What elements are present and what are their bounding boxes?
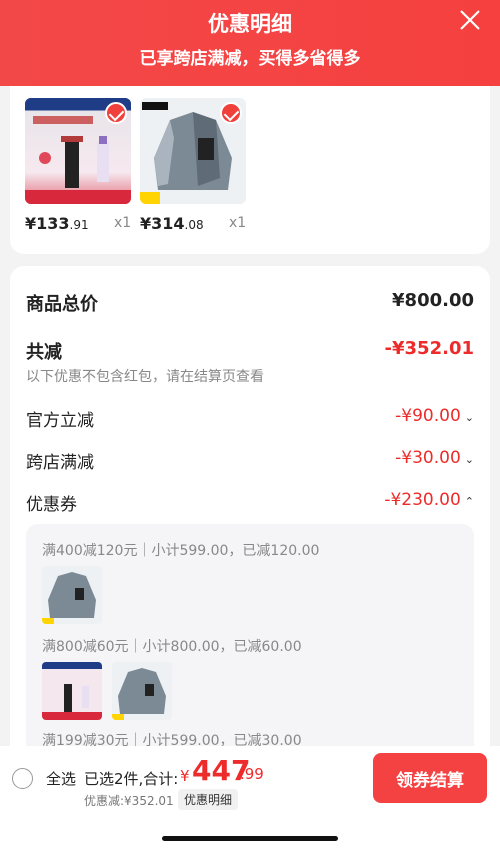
product-item[interactable]	[140, 98, 246, 204]
total-label: 商品总价	[26, 294, 98, 315]
crossstore-discount-label: 跨店满减	[26, 453, 94, 473]
discount-detail-card: 商品总价 ¥800.00 共减 -¥352.01 以下优惠不包含红包，请在结算页…	[10, 266, 490, 786]
total-price-dec: .99	[240, 765, 264, 783]
coupon-row[interactable]: -¥230.00 ⌃	[384, 490, 474, 510]
coupon-label: 优惠券	[26, 495, 77, 515]
product-item[interactable]	[25, 98, 131, 204]
crossstore-discount-row[interactable]: -¥30.00 ⌄	[395, 448, 474, 468]
crossstore-discount-value: -¥30.00	[395, 448, 461, 468]
total-currency: ¥	[180, 767, 190, 785]
official-discount-value: -¥90.00	[395, 406, 461, 426]
checkout-bar: 全选 已选2件,合计: ¥ 447 .99 优惠减:¥352.01 优惠明细 领…	[0, 746, 500, 852]
official-discount-label: 官方立减	[26, 411, 94, 431]
discount-detail-link[interactable]: 优惠明细	[178, 789, 239, 810]
product-qty: x1	[229, 215, 247, 231]
chevron-down-icon: ⌄	[464, 411, 474, 424]
jacket-product-image	[140, 98, 246, 204]
home-indicator	[162, 836, 338, 841]
header: 优惠明细 已享跨店满减，买得多省得多	[0, 0, 500, 86]
discount-note: 以下优惠不包含红包，请在结算页查看	[26, 369, 264, 385]
selected-count: 已选2件,合计:	[84, 770, 179, 788]
jacket-thumb	[42, 566, 102, 624]
chevron-up-icon: ⌃	[464, 495, 474, 508]
total-value: ¥800.00	[392, 290, 474, 311]
official-discount-row[interactable]: -¥90.00 ⌄	[395, 406, 474, 426]
page-title: 优惠明细	[208, 12, 292, 36]
close-icon[interactable]	[458, 8, 482, 32]
selected-check-icon[interactable]	[220, 102, 242, 124]
selected-check-icon[interactable]	[105, 102, 127, 124]
page-subtitle: 已享跨店满减，买得多省得多	[139, 49, 361, 69]
coupon-rule: 满800减60元｜小计800.00，已减60.00	[42, 639, 302, 655]
select-all-label[interactable]: 全选	[46, 768, 76, 789]
select-all-radio[interactable]	[12, 768, 33, 789]
checkout-button[interactable]: 领券结算	[373, 753, 487, 803]
discount-summary: 优惠减:¥352.01	[84, 794, 174, 808]
product-price: ¥314.08	[140, 214, 204, 233]
reduce-label: 共减	[26, 342, 62, 363]
chevron-down-icon: ⌄	[464, 453, 474, 466]
product-price: ¥133.91	[25, 214, 89, 233]
coupon-value: -¥230.00	[384, 490, 461, 510]
product-card: ¥133.91 x1 ¥314.08 x1	[10, 86, 490, 254]
reduce-value: -¥352.01	[384, 338, 474, 359]
jacket-thumb	[112, 662, 172, 720]
coupon-rule: 满400减120元｜小计599.00，已减120.00	[42, 543, 320, 559]
cosmetic-product-image	[25, 98, 131, 204]
product-qty: x1	[114, 215, 132, 231]
cosmetic-thumb	[42, 662, 102, 720]
